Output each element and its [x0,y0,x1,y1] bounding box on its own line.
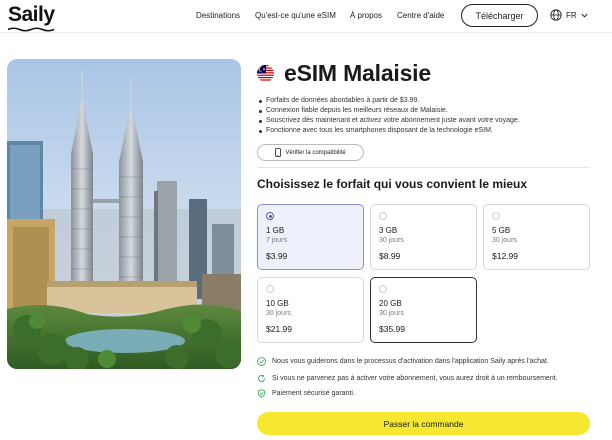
page-title: eSIM Malaisie [284,60,431,86]
nav-destinations[interactable]: Destinations [196,11,240,20]
plan-card-5gb[interactable]: 5 GB 30 jours $12.99 [483,204,590,270]
globe-icon [550,9,562,21]
nav-about[interactable]: À propos [350,11,382,20]
language-selector[interactable]: FR [550,9,588,21]
top-header: Saily Destinations Qu'est-ce qu'une eSIM… [0,0,612,33]
info-text: Paiement sécurisé garanti. [272,390,355,397]
radio-icon[interactable] [379,212,387,220]
plan-duration: 7 jours [266,237,288,244]
plan-card-20gb[interactable]: 20 GB 30 jours $35.99 [370,277,477,343]
plan-data: 20 GB [379,299,402,308]
chevron-down-icon [581,13,588,18]
check-compatibility-button[interactable]: Vérifier la compatibilité [257,144,364,161]
plan-price: $3.99 [266,251,288,261]
info-activation-guide: Nous vous guiderons dans le processus d'… [257,357,549,366]
plan-duration: 30 jours [266,310,291,317]
logo-wave-icon [8,27,54,32]
plan-price: $8.99 [379,251,401,261]
plan-price: $12.99 [492,251,518,261]
saily-logo[interactable]: Saily [8,3,55,32]
shield-check-icon [257,389,266,398]
radio-icon[interactable] [266,285,274,293]
info-text: Nous vous guiderons dans le processus d'… [272,358,549,365]
divider [257,167,590,168]
smartphone-icon [275,148,282,157]
place-order-button[interactable]: Passer la commande [257,412,590,435]
product-title-row: eSIM Malaisie [257,60,431,87]
list-item: Forfaits de données abordables à partir … [257,96,520,106]
list-item: Souscrivez dès maintenant et activez vot… [257,116,520,126]
plans-heading: Choisissez le forfait qui vous convient … [257,177,528,191]
radio-icon[interactable] [492,212,500,220]
list-item: Connexion fiable depuis les meilleurs ré… [257,106,520,116]
download-button[interactable]: Télécharger [461,4,538,27]
feature-list: Forfaits de données abordables à partir … [257,96,520,136]
hero-image [7,59,241,369]
plan-data: 1 GB [266,226,285,235]
city-skyline-illustration [7,59,241,369]
info-refund: Si vous ne parvenez pas à activer votre … [257,374,558,383]
list-item: Fonctionne avec tous les smartphones dis… [257,126,520,136]
check-circle-icon [257,357,266,366]
plan-card-3gb[interactable]: 3 GB 30 jours $8.99 [370,204,477,270]
nav-help-center[interactable]: Centre d'aide [397,11,444,20]
refund-icon [258,374,265,382]
plan-price: $21.99 [266,324,292,334]
language-code: FR [566,10,577,20]
plan-data: 5 GB [492,226,511,235]
plan-data: 3 GB [379,226,398,235]
plan-price: $35.99 [379,324,405,334]
plan-card-1gb[interactable]: 1 GB 7 jours $3.99 [257,204,364,270]
compat-label: Vérifier la compatibilité [285,149,346,156]
plan-card-10gb[interactable]: 10 GB 30 jours $21.99 [257,277,364,343]
plan-duration: 30 jours [492,237,517,244]
nav-what-is-esim[interactable]: Qu'est-ce qu'une eSIM [255,11,336,20]
malaysia-flag-icon [257,65,274,82]
plan-data: 10 GB [266,299,289,308]
logo-text: Saily [8,3,55,26]
radio-selected-icon[interactable] [266,212,274,220]
radio-icon[interactable] [379,285,387,293]
plan-duration: 30 jours [379,237,404,244]
info-secure-payment: Paiement sécurisé garanti. [257,389,355,398]
info-text: Si vous ne parvenez pas à activer votre … [272,375,558,382]
plan-duration: 30 jours [379,310,404,317]
